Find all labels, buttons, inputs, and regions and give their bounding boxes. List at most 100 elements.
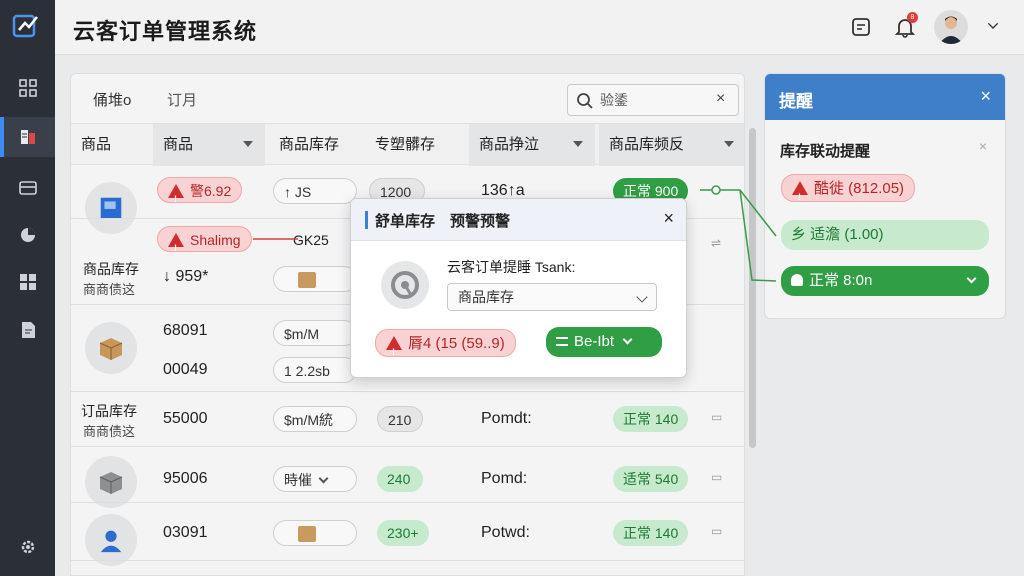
- alert-item-danger[interactable]: 酷徙 (812.05): [781, 174, 916, 211]
- chevron-down-icon: [318, 473, 329, 484]
- warning-icon: [792, 181, 808, 211]
- list-icon: [556, 337, 568, 346]
- chevron-down-icon[interactable]: [985, 18, 1009, 42]
- col-header-label: 商品库频反: [609, 136, 685, 153]
- warning-icon: [168, 233, 184, 261]
- tab-bar: 俑堆o 订月 ×: [71, 74, 744, 122]
- flow-value: Pomd:: [481, 470, 528, 487]
- chevron-down-icon: [622, 334, 633, 345]
- alerts-panel-header: 提醒 ×: [765, 74, 1005, 120]
- messages-icon[interactable]: [849, 15, 873, 39]
- sort-caret-icon: [573, 141, 583, 147]
- nav-inventory-icon[interactable]: [0, 168, 55, 208]
- warning-icon: [386, 336, 402, 366]
- qty-pill: 230+: [377, 520, 429, 546]
- col-header[interactable]: 商品: [71, 124, 153, 166]
- app-logo-icon: [12, 12, 40, 40]
- product-thumbnail: [85, 182, 137, 234]
- tab-orders[interactable]: 订月: [167, 89, 197, 110]
- alert-item-info[interactable]: 乡 适澹 (1.00): [781, 220, 989, 250]
- stock-dropdown[interactable]: 時催: [273, 466, 357, 492]
- nav-documents-icon[interactable]: [0, 310, 55, 350]
- nav-reports-icon[interactable]: [0, 262, 55, 302]
- sidebar: [0, 0, 55, 576]
- link-icon[interactable]: ▭: [711, 524, 722, 538]
- alert-item-normal[interactable]: 正常 8:0n: [781, 266, 989, 296]
- product-code: 68091: [163, 322, 208, 339]
- stock-tag[interactable]: [273, 266, 357, 292]
- stock-warning-badge[interactable]: 警6.92: [157, 177, 243, 212]
- alerts-subtitle: 库存联动提醒: [780, 143, 871, 160]
- row-divider: [71, 502, 744, 503]
- stock-tag: GK25: [293, 232, 329, 248]
- search-input[interactable]: [600, 90, 710, 110]
- chevron-down-icon: [966, 273, 977, 284]
- col-header-label: 商品: [163, 136, 194, 153]
- stock-tag[interactable]: 1 2.2sb: [273, 357, 357, 383]
- user-avatar[interactable]: [934, 10, 968, 44]
- notification-badge: 8: [907, 12, 918, 23]
- flow-value: Potwd:: [481, 524, 530, 541]
- app-title: 云客订单管理系统: [73, 19, 258, 44]
- search-box[interactable]: ×: [567, 84, 739, 116]
- alerts-panel-close-button[interactable]: ×: [980, 86, 991, 107]
- settings-gear-icon[interactable]: [0, 527, 55, 567]
- stock-alert-modal: 舒单库存 预警预警 × 云客订单提睡 Tsank: 商品库存 脣4 (15 (5…: [350, 198, 687, 378]
- col-header-sortable[interactable]: 商品挣泣: [469, 124, 595, 166]
- nav-analytics-icon[interactable]: [0, 215, 55, 255]
- row-divider: [71, 560, 744, 561]
- modal-accent-bar: [365, 211, 368, 229]
- product-code: 00049: [163, 361, 208, 378]
- link-icon[interactable]: ▭: [711, 410, 722, 424]
- link-icon[interactable]: ⇌: [711, 236, 721, 250]
- status-badge: 适常 540: [613, 466, 689, 492]
- table-scrollbar[interactable]: [749, 128, 756, 448]
- modal-action-dropdown[interactable]: Be-Ibt: [546, 327, 662, 357]
- product-name: 订品库存: [81, 403, 137, 419]
- status-badge: 正常 140: [613, 406, 689, 432]
- search-clear-button[interactable]: ×: [716, 90, 725, 108]
- warning-icon: [168, 184, 184, 212]
- top-bar: 云客订单管理系统 8: [55, 0, 1024, 55]
- nav-orders-icon[interactable]: [0, 117, 55, 157]
- row-divider: [71, 446, 744, 447]
- stock-tag[interactable]: $m/M統: [273, 406, 357, 432]
- col-header-label: 商品挣泣: [479, 136, 540, 153]
- stock-tag[interactable]: [273, 520, 357, 546]
- product-thumbnail: [85, 322, 137, 374]
- qty-pill: 240: [377, 466, 423, 492]
- product-code: 03091: [163, 524, 208, 541]
- product-code: ↓ 959*: [163, 268, 209, 285]
- product-subname: 商商债这: [83, 424, 136, 439]
- stock-tag[interactable]: $m/M: [273, 320, 357, 346]
- product-subname: 商商债这: [83, 282, 136, 297]
- box-icon: [298, 272, 316, 288]
- modal-header: 舒单库存 预警预警 ×: [351, 199, 686, 241]
- alerts-panel: 提醒 × 库存联动提醒 × 酷徙 (812.05) 乡 适澹 (1.00) 正常…: [764, 73, 1006, 319]
- status-badge: 正常 140: [613, 520, 689, 546]
- table-header: 商品 商品 商品库存 专塑髒存 商品挣泣 商品库频反: [71, 123, 744, 166]
- sort-caret-icon: [724, 141, 734, 147]
- product-name: 商品库存: [83, 261, 139, 277]
- product-code: 55000: [163, 410, 208, 427]
- col-header[interactable]: 专塑髒存: [365, 124, 465, 166]
- product-thumbnail: [85, 456, 137, 508]
- col-header-sortable[interactable]: 商品库频反: [599, 124, 744, 166]
- alerts-panel-title: 提醒: [779, 92, 813, 111]
- row-divider: [71, 391, 744, 392]
- tab-primary[interactable]: 俑堆o: [93, 89, 131, 110]
- link-icon[interactable]: ▭: [711, 470, 722, 484]
- col-header-sortable[interactable]: 商品: [153, 124, 265, 166]
- user-thumbnail: [85, 514, 137, 566]
- nav-dashboard-icon[interactable]: [0, 68, 55, 108]
- user-icon: [791, 274, 803, 286]
- chevron-down-icon: [636, 291, 648, 303]
- alerts-sub-close-button[interactable]: ×: [979, 138, 987, 154]
- col-header[interactable]: 商品库存: [269, 124, 363, 166]
- sort-caret-icon: [243, 141, 253, 147]
- modal-select[interactable]: 商品库存: [447, 283, 657, 311]
- modal-close-button[interactable]: ×: [663, 208, 674, 229]
- modal-warning-badge[interactable]: 脣4 (15 (59..9): [375, 329, 516, 366]
- shipping-warning-badge[interactable]: Shalimg: [157, 226, 252, 261]
- stock-tag[interactable]: ↑ JS: [273, 178, 357, 204]
